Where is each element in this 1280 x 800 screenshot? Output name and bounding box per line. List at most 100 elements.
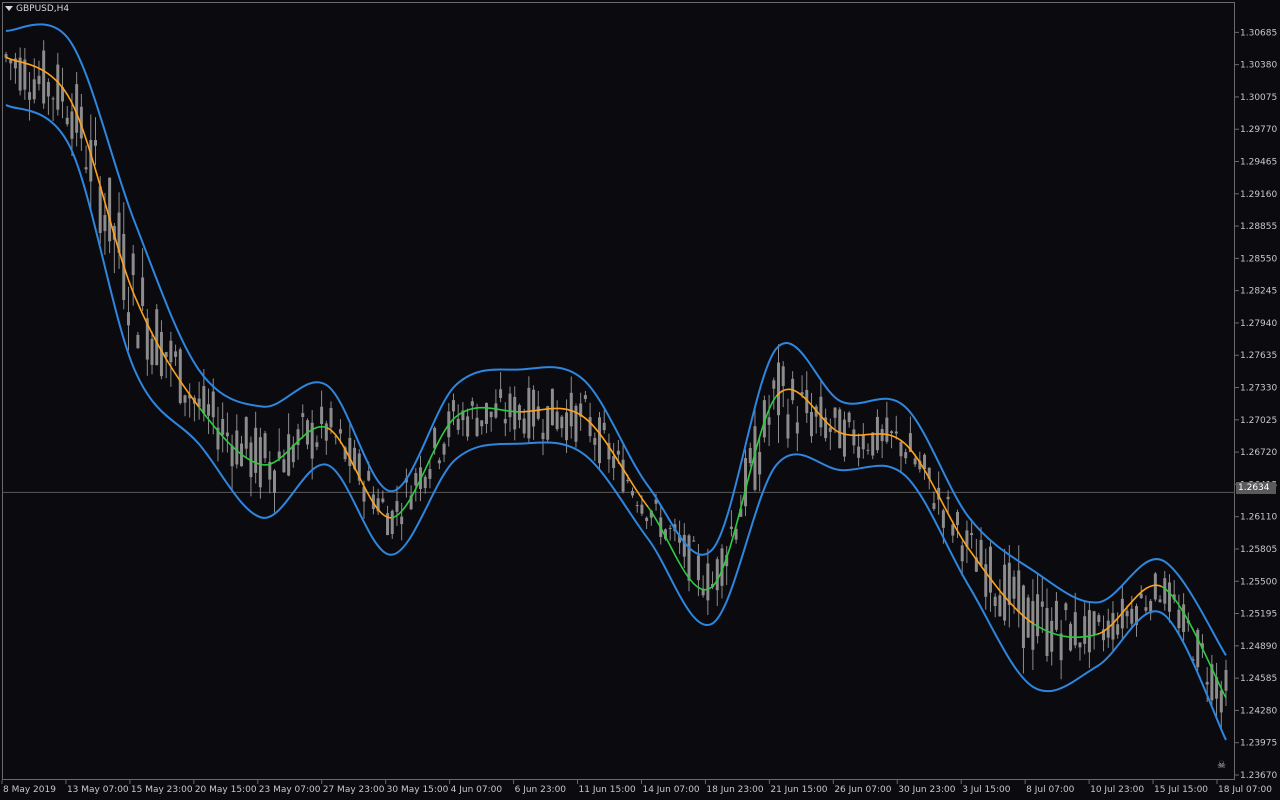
candle-body xyxy=(183,395,187,403)
candle-body xyxy=(786,414,790,439)
candle-body xyxy=(423,476,427,489)
candle-body xyxy=(635,505,639,507)
price-tick-label: 1.30380 xyxy=(1240,61,1277,71)
candle-body xyxy=(230,445,234,467)
candle-body xyxy=(668,527,672,529)
candle-body xyxy=(828,427,832,432)
candle-body xyxy=(400,516,404,525)
time-tick-label: 21 Jun 15:00 xyxy=(770,785,827,795)
candle-body xyxy=(1182,604,1186,632)
candle-body xyxy=(527,387,531,439)
candle-body xyxy=(84,167,88,170)
time-tick-label: 23 May 07:00 xyxy=(259,785,321,795)
candle-body xyxy=(894,431,898,434)
candle-body xyxy=(1167,582,1171,612)
candle-body xyxy=(37,75,41,85)
chart-window[interactable]: GBPUSD,H4 1.30685 1.30380 1.30075 1.29770 1.… xyxy=(0,0,1280,800)
candle-body xyxy=(536,406,540,419)
candle-body xyxy=(626,479,630,482)
candle-body xyxy=(880,429,884,442)
price-tick-label: 1.29770 xyxy=(1240,125,1277,135)
candle-body xyxy=(781,366,785,387)
candle-body xyxy=(75,84,79,133)
price-tick-label: 1.28245 xyxy=(1240,287,1277,297)
candle-body xyxy=(941,510,945,528)
skull-icon: ☠ xyxy=(1217,760,1226,771)
candle-body xyxy=(390,510,394,535)
candle-body xyxy=(729,526,733,529)
price-tick-label: 1.23975 xyxy=(1240,739,1277,749)
price-tick-label: 1.28550 xyxy=(1240,254,1277,264)
candle-body xyxy=(338,429,342,434)
candle-body xyxy=(532,389,536,427)
candle-body xyxy=(437,460,441,464)
candle-body xyxy=(1144,607,1148,611)
candle-body xyxy=(480,420,484,427)
candle-body xyxy=(1054,600,1058,630)
candle-body xyxy=(583,395,587,399)
candle-body xyxy=(1040,601,1044,607)
candle-body xyxy=(155,309,159,366)
candle-body xyxy=(598,417,602,464)
candle-body xyxy=(470,401,474,406)
price-tick-label: 1.29465 xyxy=(1240,158,1277,168)
candle-body xyxy=(565,412,569,441)
candle-body xyxy=(98,186,102,233)
candle-body xyxy=(1111,612,1115,640)
candle-body xyxy=(541,432,545,440)
time-tick-label: 18 Jun 23:00 xyxy=(706,785,763,795)
time-tick-label: 8 May 2019 xyxy=(3,785,56,795)
candle-body xyxy=(310,422,314,459)
candle-body xyxy=(621,459,625,492)
candle-body xyxy=(282,459,286,473)
candle-body xyxy=(141,277,145,306)
time-tick-label: 30 Jun 23:00 xyxy=(898,785,955,795)
candle-body xyxy=(235,430,239,465)
candle-body xyxy=(555,411,559,430)
candle-body xyxy=(602,422,606,431)
time-tick-label: 15 May 23:00 xyxy=(131,785,193,795)
candle-body xyxy=(1007,562,1011,606)
time-tick-label: 8 Jul 07:00 xyxy=(1026,785,1075,795)
candle-body xyxy=(988,546,992,593)
candle-body xyxy=(451,400,455,412)
candle-body xyxy=(616,450,620,455)
candle-body xyxy=(433,427,437,449)
current-price-label: 1.2634 xyxy=(1236,482,1276,494)
candle-body xyxy=(522,418,526,434)
candle-body xyxy=(65,117,69,125)
time-tick-label: 20 May 15:00 xyxy=(195,785,257,795)
time-tick-label: 6 Jun 23:00 xyxy=(515,785,567,795)
candle-body xyxy=(108,177,112,242)
candle-body xyxy=(715,559,719,591)
candle-body xyxy=(1036,594,1040,637)
candle-body xyxy=(861,434,865,450)
candle-body xyxy=(1125,610,1129,617)
candle-body xyxy=(42,50,46,104)
price-tick-label: 1.26110 xyxy=(1240,513,1277,523)
candle-body xyxy=(1097,615,1101,623)
candle-body xyxy=(51,98,55,100)
price-tick-label: 1.28855 xyxy=(1240,222,1277,232)
candle-body xyxy=(970,533,974,536)
candle-body xyxy=(1026,597,1030,638)
price-tick-label: 1.23670 xyxy=(1240,771,1277,781)
candle-body xyxy=(484,402,488,424)
candle-body xyxy=(315,442,319,447)
candle-body xyxy=(593,437,597,445)
candle-body xyxy=(503,418,507,424)
price-tick-label: 1.25805 xyxy=(1240,545,1277,555)
candle-body xyxy=(809,411,813,437)
candle-body xyxy=(1059,633,1063,661)
candle-body xyxy=(777,362,781,416)
candle-body xyxy=(414,473,418,486)
candle-body xyxy=(871,432,875,456)
candle-body xyxy=(456,418,460,430)
candle-body xyxy=(126,312,130,326)
time-tick-label: 26 Jun 07:00 xyxy=(834,785,891,795)
candle-body xyxy=(301,413,305,418)
candle-body xyxy=(28,92,32,100)
time-tick-label: 11 Jun 15:00 xyxy=(579,785,636,795)
middle-band-segment xyxy=(775,388,842,434)
candle-body xyxy=(202,386,206,414)
